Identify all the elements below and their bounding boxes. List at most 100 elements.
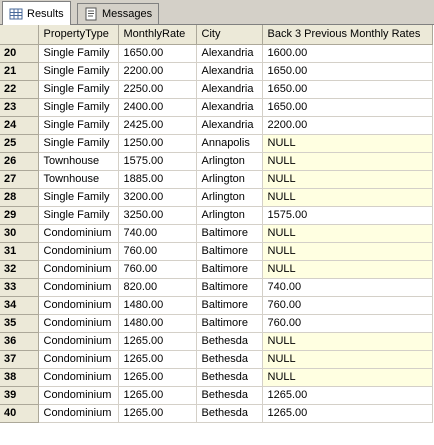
table-row[interactable]: 39 Condominium 1265.00 Bethesda 1265.00 <box>0 386 433 405</box>
cell-city[interactable]: Alexandria <box>196 44 263 63</box>
cell-monthlyrate[interactable]: 1250.00 <box>118 134 197 153</box>
cell-back3[interactable]: NULL <box>262 260 433 279</box>
cell-back3[interactable]: 1265.00 <box>262 386 433 405</box>
row-number[interactable]: 26 <box>0 152 39 171</box>
cell-monthlyrate[interactable]: 1480.00 <box>118 296 197 315</box>
row-number[interactable]: 33 <box>0 278 39 297</box>
row-number[interactable]: 39 <box>0 386 39 405</box>
cell-propertytype[interactable]: Condominium <box>38 242 119 261</box>
cell-city[interactable]: Baltimore <box>196 242 263 261</box>
cell-back3[interactable]: NULL <box>262 188 433 207</box>
cell-monthlyrate[interactable]: 2250.00 <box>118 80 197 99</box>
table-row[interactable]: 26 Townhouse 1575.00 Arlington NULL <box>0 152 433 171</box>
row-number[interactable]: 37 <box>0 350 39 369</box>
table-row[interactable]: 28 Single Family 3200.00 Arlington NULL <box>0 188 433 207</box>
cell-propertytype[interactable]: Condominium <box>38 260 119 279</box>
row-number[interactable]: 38 <box>0 368 39 387</box>
cell-city[interactable]: Baltimore <box>196 260 263 279</box>
cell-monthlyrate[interactable]: 1265.00 <box>118 386 197 405</box>
cell-city[interactable]: Bethesda <box>196 386 263 405</box>
table-row[interactable]: 37 Condominium 1265.00 Bethesda NULL <box>0 350 433 369</box>
cell-monthlyrate[interactable]: 2400.00 <box>118 98 197 117</box>
cell-propertytype[interactable]: Townhouse <box>38 152 119 171</box>
column-header-propertytype[interactable]: PropertyType <box>38 25 119 45</box>
cell-city[interactable]: Baltimore <box>196 278 263 297</box>
column-header-back3[interactable]: Back 3 Previous Monthly Rates <box>262 25 433 45</box>
cell-city[interactable]: Alexandria <box>196 98 263 117</box>
cell-monthlyrate[interactable]: 2200.00 <box>118 62 197 81</box>
row-number[interactable]: 22 <box>0 80 39 99</box>
results-grid[interactable]: PropertyType MonthlyRate City Back 3 Pre… <box>0 25 434 445</box>
table-row[interactable]: 22 Single Family 2250.00 Alexandria 1650.00 <box>0 80 433 99</box>
cell-back3[interactable]: 1650.00 <box>262 98 433 117</box>
select-all-corner[interactable] <box>0 25 39 45</box>
column-header-city[interactable]: City <box>196 25 263 45</box>
cell-monthlyrate[interactable]: 1885.00 <box>118 170 197 189</box>
cell-back3[interactable]: NULL <box>262 170 433 189</box>
cell-monthlyrate[interactable]: 1265.00 <box>118 404 197 423</box>
row-number[interactable]: 35 <box>0 314 39 333</box>
cell-monthlyrate[interactable]: 1265.00 <box>118 368 197 387</box>
row-number[interactable]: 29 <box>0 206 39 225</box>
cell-back3[interactable]: 1575.00 <box>262 206 433 225</box>
cell-monthlyrate[interactable]: 3250.00 <box>118 206 197 225</box>
row-number[interactable]: 21 <box>0 62 39 81</box>
cell-propertytype[interactable]: Single Family <box>38 116 119 135</box>
cell-monthlyrate[interactable]: 1265.00 <box>118 350 197 369</box>
cell-propertytype[interactable]: Single Family <box>38 62 119 81</box>
row-number[interactable]: 31 <box>0 242 39 261</box>
cell-propertytype[interactable]: Condominium <box>38 350 119 369</box>
cell-city[interactable]: Bethesda <box>196 332 263 351</box>
cell-city[interactable]: Arlington <box>196 152 263 171</box>
cell-back3[interactable]: 760.00 <box>262 296 433 315</box>
cell-city[interactable]: Annapolis <box>196 134 263 153</box>
cell-city[interactable]: Arlington <box>196 206 263 225</box>
table-row[interactable]: 25 Single Family 1250.00 Annapolis NULL <box>0 134 433 153</box>
cell-propertytype[interactable]: Condominium <box>38 332 119 351</box>
cell-monthlyrate[interactable]: 3200.00 <box>118 188 197 207</box>
table-row[interactable]: 20 Single Family 1650.00 Alexandria 1600.00 <box>0 44 433 63</box>
table-row[interactable]: 29 Single Family 3250.00 Arlington 1575.00 <box>0 206 433 225</box>
column-header-monthlyrate[interactable]: MonthlyRate <box>118 25 197 45</box>
cell-monthlyrate[interactable]: 1265.00 <box>118 332 197 351</box>
cell-city[interactable]: Baltimore <box>196 314 263 333</box>
row-number[interactable]: 36 <box>0 332 39 351</box>
cell-back3[interactable]: NULL <box>262 152 433 171</box>
row-number[interactable]: 20 <box>0 44 39 63</box>
table-row[interactable]: 23 Single Family 2400.00 Alexandria 1650.00 <box>0 98 433 117</box>
cell-propertytype[interactable]: Condominium <box>38 386 119 405</box>
row-number[interactable]: 23 <box>0 98 39 117</box>
row-number[interactable]: 28 <box>0 188 39 207</box>
row-number[interactable]: 27 <box>0 170 39 189</box>
cell-monthlyrate[interactable]: 1575.00 <box>118 152 197 171</box>
cell-propertytype[interactable]: Condominium <box>38 368 119 387</box>
row-number[interactable]: 40 <box>0 404 39 423</box>
cell-back3[interactable]: 1650.00 <box>262 62 433 81</box>
cell-monthlyrate[interactable]: 740.00 <box>118 224 197 243</box>
cell-city[interactable]: Arlington <box>196 188 263 207</box>
cell-city[interactable]: Bethesda <box>196 368 263 387</box>
cell-propertytype[interactable]: Condominium <box>38 314 119 333</box>
cell-propertytype[interactable]: Condominium <box>38 404 119 423</box>
cell-propertytype[interactable]: Condominium <box>38 224 119 243</box>
table-row[interactable]: 31 Condominium 760.00 Baltimore NULL <box>0 242 433 261</box>
table-row[interactable]: 32 Condominium 760.00 Baltimore NULL <box>0 260 433 279</box>
cell-back3[interactable]: NULL <box>262 242 433 261</box>
cell-back3[interactable]: 740.00 <box>262 278 433 297</box>
cell-propertytype[interactable]: Condominium <box>38 278 119 297</box>
cell-propertytype[interactable]: Townhouse <box>38 170 119 189</box>
cell-back3[interactable]: NULL <box>262 224 433 243</box>
row-number[interactable]: 25 <box>0 134 39 153</box>
cell-propertytype[interactable]: Single Family <box>38 98 119 117</box>
tab-messages[interactable]: Messages <box>77 3 160 24</box>
cell-back3[interactable]: 2200.00 <box>262 116 433 135</box>
tab-results[interactable]: Results <box>2 1 71 25</box>
table-row[interactable]: 27 Townhouse 1885.00 Arlington NULL <box>0 170 433 189</box>
cell-propertytype[interactable]: Single Family <box>38 80 119 99</box>
cell-propertytype[interactable]: Single Family <box>38 188 119 207</box>
cell-city[interactable]: Baltimore <box>196 296 263 315</box>
cell-propertytype[interactable]: Condominium <box>38 296 119 315</box>
table-row[interactable]: 33 Condominium 820.00 Baltimore 740.00 <box>0 278 433 297</box>
cell-monthlyrate[interactable]: 1650.00 <box>118 44 197 63</box>
table-row[interactable]: 40 Condominium 1265.00 Bethesda 1265.00 <box>0 404 433 423</box>
